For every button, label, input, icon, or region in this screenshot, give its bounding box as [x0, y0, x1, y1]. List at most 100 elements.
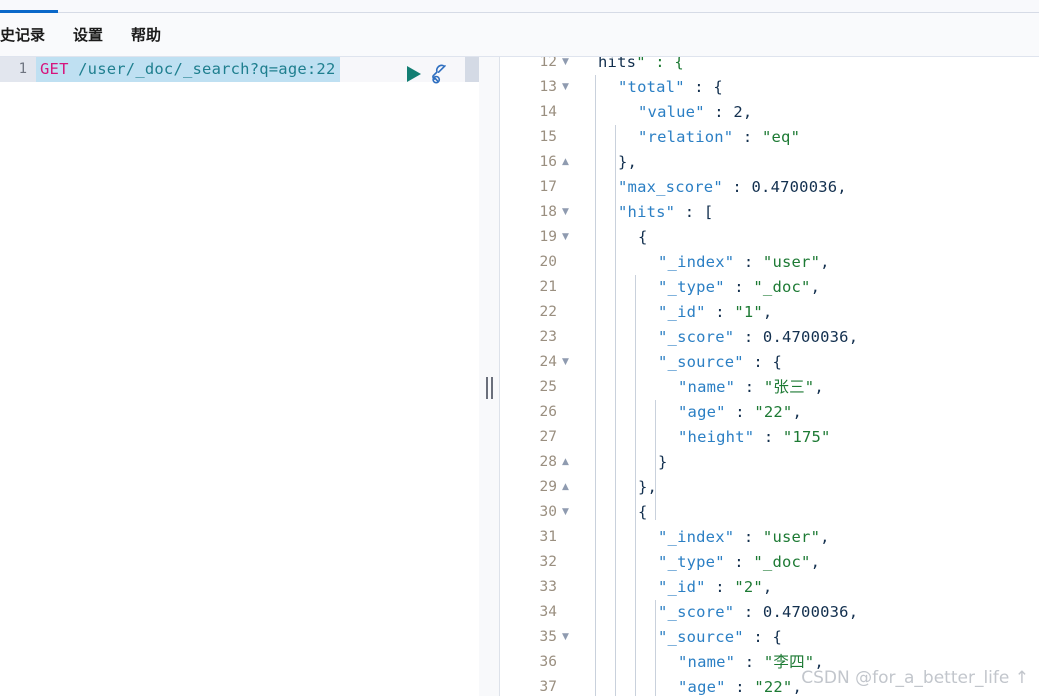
response-line-text: } [658, 453, 668, 471]
response-line-text: "_score" : 0.4700036, [658, 328, 859, 346]
response-json-line: 26 "age" : "22", [500, 400, 1039, 425]
fold-down-icon[interactable]: ▼ [562, 350, 574, 375]
fold-down-icon[interactable]: ▼ [562, 500, 574, 525]
response-line-number: 17 [539, 179, 557, 195]
response-line-text: "age" : "22", [678, 403, 802, 421]
response-line-text: { [638, 503, 648, 521]
response-json-line: 14 "value" : 2, [500, 100, 1039, 125]
response-line-text: }, [618, 153, 638, 171]
menu-settings[interactable]: 设置 [59, 13, 117, 57]
response-json-line: 25 "name" : "张三", [500, 375, 1039, 400]
response-line-number: 15 [539, 129, 557, 145]
response-line-number: 19 [539, 229, 557, 245]
request-path: /user/_doc/_search?q=age:22 [68, 60, 336, 78]
response-line-number: 28 [539, 454, 557, 470]
response-json-line: 18 ▼ "hits" : [ [500, 200, 1039, 225]
menu-bar: 史记录 设置 帮助 [0, 13, 1039, 57]
response-json-line: 15 "relation" : "eq" [500, 125, 1039, 150]
request-line-number: 1 [18, 61, 27, 77]
response-line-text: "_id" : "1", [658, 303, 773, 321]
response-line-number: 24 [539, 354, 557, 370]
response-json-line: 24 ▼ "_source" : { [500, 350, 1039, 375]
response-line-text: "name" : "张三", [678, 378, 824, 396]
response-line-number: 34 [539, 604, 557, 620]
fold-down-icon[interactable]: ▼ [562, 625, 574, 650]
fold-up-icon[interactable]: ▲ [562, 475, 574, 500]
response-line-text: { [638, 228, 648, 246]
response-line-number: 22 [539, 304, 557, 320]
response-line-text: "_source" : { [658, 353, 782, 371]
response-json-line: 23 "_score" : 0.4700036, [500, 325, 1039, 350]
response-line-number: 31 [539, 529, 557, 545]
response-json-line: 16 ▲}, [500, 150, 1039, 175]
response-json-line: 33 "_id" : "2", [500, 575, 1039, 600]
response-viewer-pane[interactable]: 12 ▼ hits" : { 13 ▼ "total" : { 14 "value" : 2,… [500, 57, 1039, 696]
response-json-line: 17 "max_score" : 0.4700036, [500, 175, 1039, 200]
response-line-text: "max_score" : 0.4700036, [618, 178, 847, 196]
response-line-number: 25 [539, 379, 557, 395]
response-line-number: 18 [539, 204, 557, 220]
play-icon[interactable] [407, 66, 421, 82]
response-line-text: "total" : { [618, 78, 723, 96]
response-line-number: 37 [539, 679, 557, 695]
response-json-line: 21 "_type" : "_doc", [500, 275, 1039, 300]
response-json-line: 31 "_index" : "user", [500, 525, 1039, 550]
response-line-number: 20 [539, 254, 557, 270]
response-line-text: }, [638, 478, 658, 496]
pane-splitter[interactable] [479, 57, 500, 696]
response-line-text: "_source" : { [658, 628, 782, 646]
response-line-text: "_index" : "user", [658, 528, 830, 546]
response-line-text: "_id" : "2", [658, 578, 773, 596]
app-window: 史记录 设置 帮助 1 GET /user/_doc/_search?q=age:2… [0, 0, 1039, 696]
response-json-line: 30 ▼ { [500, 500, 1039, 525]
response-json-line: 19 ▼ { [500, 225, 1039, 250]
watermark-text: CSDN @for_a_better_life ↑ [801, 668, 1029, 688]
response-line-text: "_index" : "user", [658, 253, 830, 271]
response-line-text: "height" : "175" [678, 428, 831, 446]
response-json-line: 22 "_id" : "1", [500, 300, 1039, 325]
menu-history[interactable]: 史记录 [0, 13, 59, 57]
fold-up-icon[interactable]: ▲ [562, 450, 574, 475]
request-editor-body [36, 82, 479, 696]
request-line-right-strip [465, 57, 479, 82]
response-line-text: "value" : 2, [638, 103, 753, 121]
response-line-number: 33 [539, 579, 557, 595]
fold-down-icon[interactable]: ▼ [562, 200, 574, 225]
fold-down-icon[interactable]: ▼ [562, 75, 574, 100]
request-query-text[interactable]: GET /user/_doc/_search?q=age:22 [36, 57, 340, 82]
wrench-icon[interactable] [429, 62, 453, 86]
menu-help[interactable]: 帮助 [117, 13, 175, 57]
response-line-number: 36 [539, 654, 557, 670]
response-line-number: 27 [539, 429, 557, 445]
request-method: GET [40, 60, 69, 78]
fold-up-icon[interactable]: ▲ [562, 150, 574, 175]
response-line-number: 16 [539, 154, 557, 170]
response-line-number: 21 [539, 279, 557, 295]
response-json-line: 29 ▲}, [500, 475, 1039, 500]
response-json-line: 34 "_score" : 0.4700036, [500, 600, 1039, 625]
response-line-number: 26 [539, 404, 557, 420]
response-line-text: "_type" : "_doc", [658, 553, 821, 571]
response-line-text: "age" : "22", [678, 678, 802, 696]
response-json-line: 32 "_type" : "_doc", [500, 550, 1039, 575]
response-line-text: "_type" : "_doc", [658, 278, 821, 296]
response-line-number: 23 [539, 329, 557, 345]
splitter-grip-icon[interactable] [485, 377, 494, 399]
response-json-line: 20 "_index" : "user", [500, 250, 1039, 275]
response-json-line: 12 ▼ hits" : { [500, 57, 1039, 75]
response-line-text: "hits" : [ [618, 203, 714, 221]
response-line-number: 13 [539, 79, 557, 95]
response-json-line: 35 ▼ "_source" : { [500, 625, 1039, 650]
response-json-line: 13 ▼ "total" : { [500, 75, 1039, 100]
response-json-lines: 12 ▼ hits" : { 13 ▼ "total" : { 14 "value" : 2,… [500, 57, 1039, 696]
response-line-number: 14 [539, 104, 557, 120]
request-editor-pane[interactable]: 1 GET /user/_doc/_search?q=age:22 [0, 57, 479, 696]
fold-down-icon[interactable]: ▼ [562, 225, 574, 250]
response-line-text: hits" : { [598, 57, 684, 71]
tab-strip [0, 0, 1039, 13]
fold-down-icon[interactable]: ▼ [562, 57, 574, 75]
request-gutter: 1 [0, 57, 36, 696]
response-json-line: 27 "height" : "175" [500, 425, 1039, 450]
response-line-number: 30 [539, 504, 557, 520]
response-line-number: 12 [539, 57, 557, 70]
